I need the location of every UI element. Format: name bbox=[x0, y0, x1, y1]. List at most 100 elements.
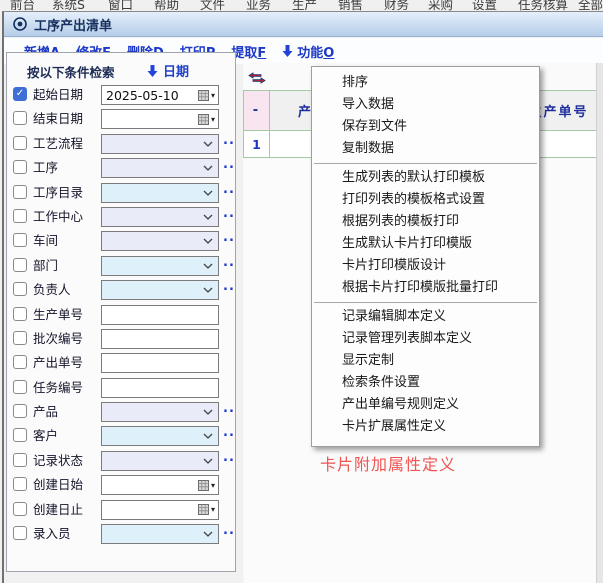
menu-item[interactable]: 打印列表的模板格式设置 bbox=[312, 189, 539, 211]
menu-item[interactable]: 根据列表的模板打印 bbox=[312, 211, 539, 233]
filter-checkbox[interactable] bbox=[13, 331, 27, 345]
combo-field[interactable] bbox=[101, 524, 219, 544]
text-field[interactable] bbox=[101, 329, 219, 349]
filter-row-18: 录入员.. bbox=[7, 522, 235, 546]
menubar-item[interactable]: 文件 bbox=[200, 0, 225, 11]
menubar-item[interactable]: 销售 bbox=[338, 0, 363, 11]
menu-item[interactable]: 生成默认卡片打印模版 bbox=[312, 233, 539, 255]
filter-label: 客户 bbox=[33, 424, 58, 448]
calendar-icon bbox=[198, 114, 209, 125]
menu-item[interactable]: 导入数据 bbox=[312, 94, 539, 116]
menubar-item[interactable]: 设置 bbox=[472, 0, 497, 11]
lookup-dots-button[interactable]: .. bbox=[223, 523, 235, 538]
menu-item[interactable]: 记录编辑脚本定义 bbox=[312, 306, 539, 328]
menu-item[interactable]: 卡片打印模版设计 bbox=[312, 255, 539, 277]
filter-row-5: 工作中心.. bbox=[7, 205, 235, 229]
menubar-item[interactable]: 全部 bbox=[578, 0, 603, 11]
filter-label: 部门 bbox=[33, 254, 58, 278]
combo-field[interactable] bbox=[101, 402, 219, 422]
menu-item[interactable]: 记录管理列表脚本定义 bbox=[312, 328, 539, 350]
combo-field[interactable] bbox=[101, 426, 219, 446]
menubar-item[interactable]: 窗口 bbox=[108, 0, 133, 11]
menubar-item[interactable]: 业务 bbox=[246, 0, 271, 11]
filter-checkbox[interactable] bbox=[13, 209, 27, 223]
combo-field[interactable] bbox=[101, 451, 219, 471]
menu-item[interactable]: 产出单编号规则定义 bbox=[312, 394, 539, 416]
filter-checkbox[interactable] bbox=[13, 477, 27, 491]
chevron-down-icon bbox=[203, 190, 213, 196]
filter-checkbox[interactable] bbox=[13, 111, 27, 125]
lookup-dots-button[interactable]: .. bbox=[223, 157, 235, 172]
lookup-dots-button[interactable]: .. bbox=[223, 182, 235, 197]
lookup-dots-button[interactable]: .. bbox=[223, 133, 235, 148]
menu-item[interactable]: 卡片扩展属性定义 bbox=[312, 416, 539, 438]
filter-checkbox[interactable] bbox=[13, 355, 27, 369]
lookup-dots-button[interactable]: .. bbox=[223, 401, 235, 416]
menubar-item[interactable]: 帮助 bbox=[154, 0, 179, 11]
combo-field[interactable] bbox=[101, 231, 219, 251]
menubar-item[interactable]: 财务 bbox=[384, 0, 409, 11]
menubar-item[interactable]: 生产 bbox=[292, 0, 317, 11]
date-field[interactable]: ▾ bbox=[101, 475, 219, 495]
date-field[interactable]: ▾ bbox=[101, 500, 219, 520]
menu-item[interactable]: 排序 bbox=[312, 72, 539, 94]
chevron-down-icon bbox=[203, 141, 213, 147]
lookup-dots-button[interactable]: .. bbox=[223, 255, 235, 270]
combo-field[interactable] bbox=[101, 256, 219, 276]
menu-item[interactable]: 保存到文件 bbox=[312, 116, 539, 138]
filter-label: 工艺流程 bbox=[33, 132, 83, 156]
lookup-dots-button[interactable]: .. bbox=[223, 450, 235, 465]
menubar-item[interactable]: 系统S bbox=[52, 0, 85, 11]
filter-checkbox[interactable] bbox=[13, 380, 27, 394]
filter-checkbox[interactable] bbox=[13, 233, 27, 247]
combo-field[interactable] bbox=[101, 280, 219, 300]
menu-item[interactable]: 生成列表的默认打印模板 bbox=[312, 167, 539, 189]
filter-rows: ✓起始日期2025-05-10▾结束日期▾工艺流程..工序..工序目录..工作中… bbox=[7, 83, 235, 546]
filter-checkbox[interactable] bbox=[13, 307, 27, 321]
dropdown-triangle-icon[interactable]: ▾ bbox=[211, 115, 215, 124]
filter-checkbox[interactable] bbox=[13, 453, 27, 467]
lookup-dots-button[interactable]: .. bbox=[223, 230, 235, 245]
filter-checkbox[interactable] bbox=[13, 502, 27, 516]
text-field[interactable] bbox=[101, 305, 219, 325]
row-number-cell[interactable]: 1 bbox=[243, 130, 269, 158]
swap-columns-icon[interactable] bbox=[248, 72, 266, 84]
menu-item[interactable]: 检索条件设置 bbox=[312, 372, 539, 394]
text-field[interactable] bbox=[101, 378, 219, 398]
lookup-dots-button[interactable]: .. bbox=[223, 206, 235, 221]
filter-row-11: 产出单号 bbox=[7, 351, 235, 375]
menubar-item[interactable]: 任务核算 bbox=[518, 0, 568, 11]
combo-field[interactable] bbox=[101, 183, 219, 203]
date-sort-button[interactable]: 日期 bbox=[147, 61, 189, 80]
menu-item[interactable]: 复制数据 bbox=[312, 138, 539, 160]
toolbar-extract-button[interactable]: 提取F bbox=[231, 42, 266, 61]
vertical-scrollbar[interactable] bbox=[596, 63, 603, 583]
lookup-dots-button[interactable]: .. bbox=[223, 425, 235, 440]
filter-checkbox[interactable]: ✓ bbox=[13, 87, 27, 101]
combo-field[interactable] bbox=[101, 158, 219, 178]
dropdown-triangle-icon[interactable]: ▾ bbox=[211, 505, 215, 514]
dropdown-triangle-icon[interactable]: ▾ bbox=[211, 481, 215, 490]
menubar-item[interactable]: 采购 bbox=[428, 0, 453, 11]
filter-checkbox[interactable] bbox=[13, 136, 27, 150]
combo-field[interactable] bbox=[101, 207, 219, 227]
dropdown-triangle-icon[interactable]: ▾ bbox=[211, 91, 215, 100]
filter-checkbox[interactable] bbox=[13, 526, 27, 540]
date-field[interactable]: 2025-05-10▾ bbox=[101, 85, 219, 105]
filter-checkbox[interactable] bbox=[13, 428, 27, 442]
filter-checkbox[interactable] bbox=[13, 282, 27, 296]
lookup-dots-button[interactable]: .. bbox=[223, 279, 235, 294]
filter-checkbox[interactable] bbox=[13, 185, 27, 199]
filter-checkbox[interactable] bbox=[13, 258, 27, 272]
filter-checkbox[interactable] bbox=[13, 160, 27, 174]
date-field[interactable]: ▾ bbox=[101, 109, 219, 129]
combo-field[interactable] bbox=[101, 134, 219, 154]
menubar-item[interactable]: 前台 bbox=[10, 0, 35, 11]
grid-header-selector[interactable]: - bbox=[243, 90, 269, 130]
menu-item[interactable]: 根据卡片打印模版批量打印 bbox=[312, 277, 539, 299]
filter-checkbox[interactable] bbox=[13, 404, 27, 418]
toolbar-function-button[interactable]: 功能O bbox=[282, 42, 334, 61]
text-field[interactable] bbox=[101, 353, 219, 373]
filter-row-7: 部门.. bbox=[7, 254, 235, 278]
menu-item[interactable]: 显示定制 bbox=[312, 350, 539, 372]
